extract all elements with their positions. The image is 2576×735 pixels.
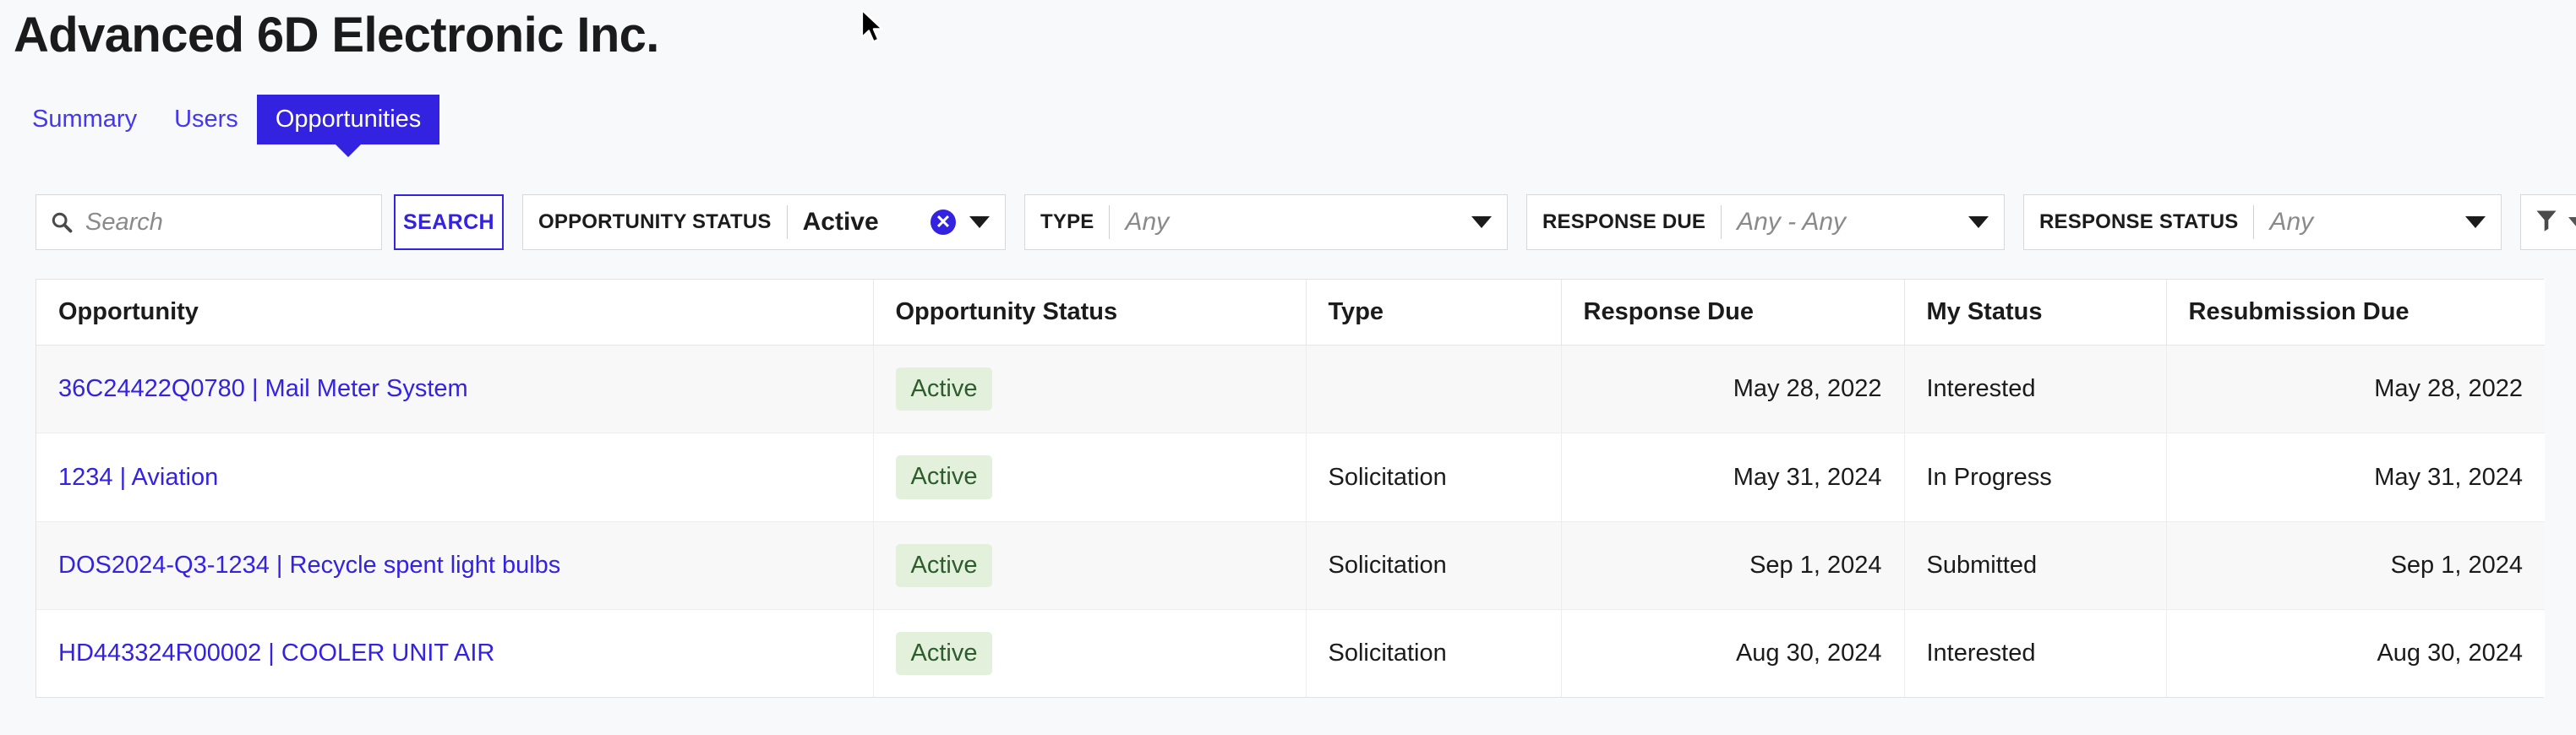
cell-opportunity: DOS2024-Q3-1234 | Recycle spent light bu… <box>36 521 873 609</box>
status-badge: Active <box>896 455 993 498</box>
cell-resubmission-due: May 28, 2022 <box>2166 346 2545 433</box>
cell-type: Solicitation <box>1306 521 1561 609</box>
clear-opportunity-status-icon[interactable]: ✕ <box>931 210 956 235</box>
filter-type-label: TYPE <box>1040 210 1094 234</box>
opportunity-link[interactable]: 36C24422Q0780 | Mail Meter System <box>58 375 468 402</box>
cell-opportunity: 1234 | Aviation <box>36 433 873 521</box>
filter-opportunity-status[interactable]: OPPORTUNITY STATUS Active ✕ <box>522 194 1006 250</box>
cell-my-status: Interested <box>1904 346 2166 433</box>
chevron-down-icon[interactable] <box>1968 216 1989 228</box>
search-input[interactable]: Search <box>35 194 382 250</box>
column-header-opportunity-status[interactable]: Opportunity Status <box>873 280 1306 346</box>
status-badge: Active <box>896 544 993 587</box>
page-title: Advanced 6D Electronic Inc. <box>14 7 659 63</box>
tab-opportunities[interactable]: Opportunities <box>257 95 440 144</box>
search-placeholder: Search <box>85 209 163 237</box>
cell-opportunity-status: Active <box>873 346 1306 433</box>
table-header-row: Opportunity Opportunity Status Type Resp… <box>36 280 2545 346</box>
column-header-opportunity[interactable]: Opportunity <box>36 280 873 346</box>
mouse-cursor <box>860 8 889 46</box>
chevron-down-icon[interactable] <box>969 216 990 228</box>
status-badge: Active <box>896 632 993 675</box>
opportunities-table: Opportunity Opportunity Status Type Resp… <box>35 279 2544 698</box>
filter-response-due[interactable]: RESPONSE DUE Any - Any <box>1526 194 2005 250</box>
search-icon <box>50 210 74 234</box>
cell-type <box>1306 346 1561 433</box>
search-group: Search SEARCH <box>35 194 504 250</box>
tab-bar: Summary Users Opportunities <box>14 95 439 144</box>
cell-my-status: Interested <box>1904 610 2166 698</box>
filter-opportunity-status-label: OPPORTUNITY STATUS <box>538 210 772 234</box>
cell-opportunity: 36C24422Q0780 | Mail Meter System <box>36 346 873 433</box>
tab-summary[interactable]: Summary <box>14 95 156 144</box>
chevron-down-icon[interactable] <box>1471 216 1492 228</box>
cell-opportunity-status: Active <box>873 610 1306 698</box>
filter-response-status-label: RESPONSE STATUS <box>2039 210 2238 234</box>
search-button[interactable]: SEARCH <box>394 194 504 250</box>
cell-my-status: In Progress <box>1904 433 2166 521</box>
cell-my-status: Submitted <box>1904 521 2166 609</box>
cell-resubmission-due: Aug 30, 2024 <box>2166 610 2545 698</box>
cell-resubmission-due: Sep 1, 2024 <box>2166 521 2545 609</box>
chevron-down-icon[interactable] <box>2465 216 2486 228</box>
cell-opportunity-status: Active <box>873 521 1306 609</box>
cell-response-due: Aug 30, 2024 <box>1561 610 1904 698</box>
filter-response-due-label: RESPONSE DUE <box>1542 210 1706 234</box>
filter-options-button[interactable] <box>2520 194 2576 250</box>
filter-opportunity-status-value: Active <box>803 208 931 237</box>
status-badge: Active <box>896 368 993 411</box>
opportunity-link[interactable]: 1234 | Aviation <box>58 464 218 491</box>
divider <box>1109 205 1110 239</box>
opportunity-link[interactable]: DOS2024-Q3-1234 | Recycle spent light bu… <box>58 552 560 579</box>
column-header-my-status[interactable]: My Status <box>1904 280 2166 346</box>
page-root: Advanced 6D Electronic Inc. Summary User… <box>0 0 2576 735</box>
column-header-type[interactable]: Type <box>1306 280 1561 346</box>
filter-response-due-value: Any - Any <box>1737 208 1968 237</box>
divider <box>787 205 788 239</box>
table-row[interactable]: 36C24422Q0780 | Mail Meter System Active… <box>36 346 2545 433</box>
cell-response-due: May 31, 2024 <box>1561 433 1904 521</box>
cell-opportunity: HD443324R00002 | COOLER UNIT AIR <box>36 610 873 698</box>
divider <box>1721 205 1722 239</box>
opportunity-link[interactable]: HD443324R00002 | COOLER UNIT AIR <box>58 640 494 667</box>
cell-opportunity-status: Active <box>873 433 1306 521</box>
filter-type[interactable]: TYPE Any <box>1024 194 1508 250</box>
filter-type-value: Any <box>1125 208 1471 237</box>
cell-resubmission-due: May 31, 2024 <box>2166 433 2545 521</box>
table-row[interactable]: 1234 | Aviation Active Solicitation May … <box>36 433 2545 521</box>
cell-type: Solicitation <box>1306 610 1561 698</box>
chevron-down-icon[interactable] <box>2568 217 2576 227</box>
divider <box>2253 205 2254 239</box>
table-row[interactable]: HD443324R00002 | COOLER UNIT AIR Active … <box>36 610 2545 698</box>
filter-bar: Search SEARCH OPPORTUNITY STATUS Active … <box>35 194 2576 250</box>
funnel-icon <box>2535 208 2558 237</box>
table-row[interactable]: DOS2024-Q3-1234 | Recycle spent light bu… <box>36 521 2545 609</box>
filter-response-status[interactable]: RESPONSE STATUS Any <box>2023 194 2502 250</box>
cell-response-due: Sep 1, 2024 <box>1561 521 1904 609</box>
cell-response-due: May 28, 2022 <box>1561 346 1904 433</box>
tab-users[interactable]: Users <box>156 95 257 144</box>
column-header-response-due[interactable]: Response Due <box>1561 280 1904 346</box>
column-header-resubmission-due[interactable]: Resubmission Due <box>2166 280 2545 346</box>
cell-type: Solicitation <box>1306 433 1561 521</box>
filter-response-status-value: Any <box>2269 208 2465 237</box>
